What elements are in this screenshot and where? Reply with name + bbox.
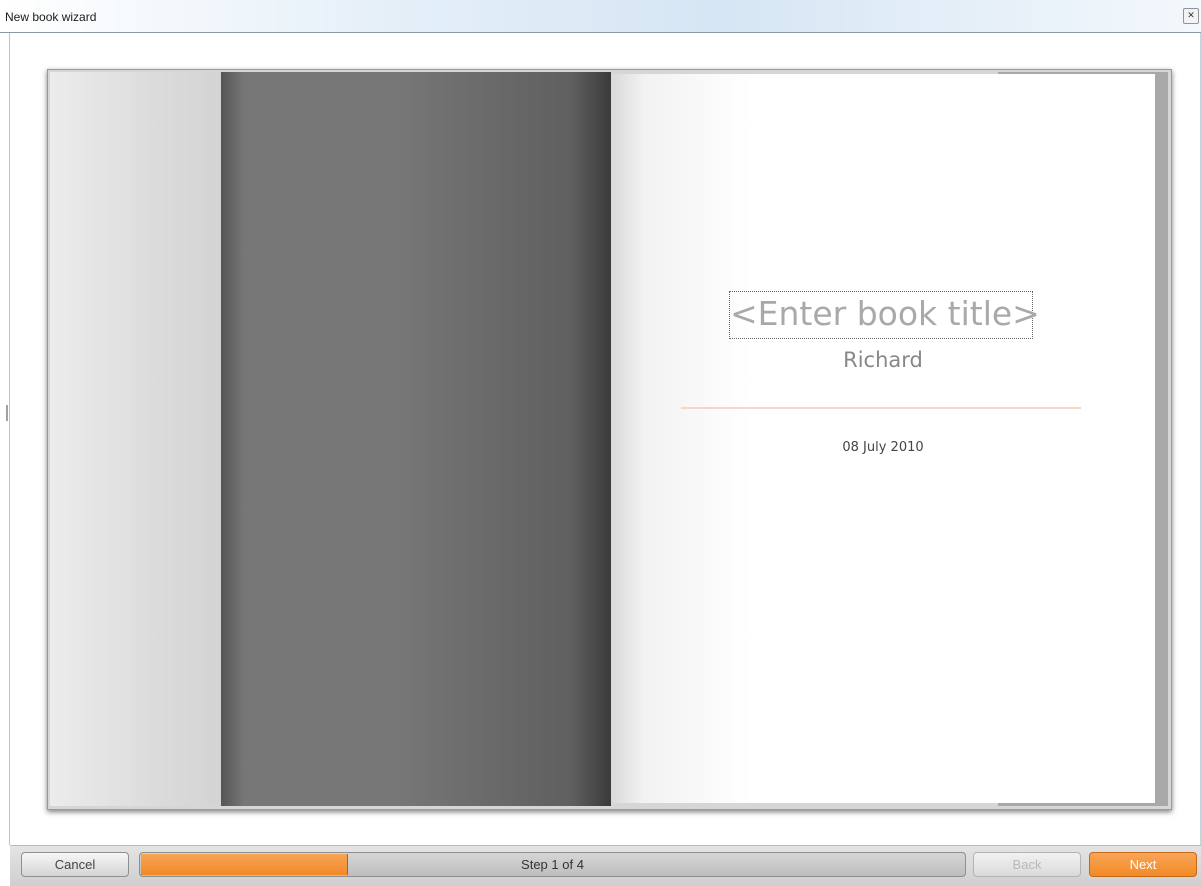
step-label: Step 1 of 4 <box>521 857 584 872</box>
window-frame-left <box>9 33 10 845</box>
book-preview: <Enter book title> Richard 08 July 2010 <box>47 69 1172 810</box>
book-date: 08 July 2010 <box>842 440 924 455</box>
cancel-button[interactable]: Cancel <box>21 852 129 877</box>
window-title: New book wizard <box>5 10 97 24</box>
book-title-page: <Enter book title> Richard 08 July 2010 <box>611 74 1155 803</box>
back-button[interactable]: Back <box>973 852 1081 877</box>
next-button[interactable]: Next <box>1089 852 1197 877</box>
resize-handle[interactable] <box>6 405 8 421</box>
author-name: Richard <box>843 348 923 372</box>
book-left-page <box>221 72 611 806</box>
wizard-footer: Cancel Step 1 of 4 Back Next <box>10 845 1201 886</box>
book-cover-edge <box>50 72 221 806</box>
title-bar: New book wizard ✕ <box>0 0 1201 33</box>
close-icon[interactable]: ✕ <box>1183 8 1199 24</box>
title-divider <box>681 407 1081 409</box>
book-title-field[interactable]: <Enter book title> <box>729 291 1040 339</box>
step-progress-bar: Step 1 of 4 <box>139 852 966 877</box>
